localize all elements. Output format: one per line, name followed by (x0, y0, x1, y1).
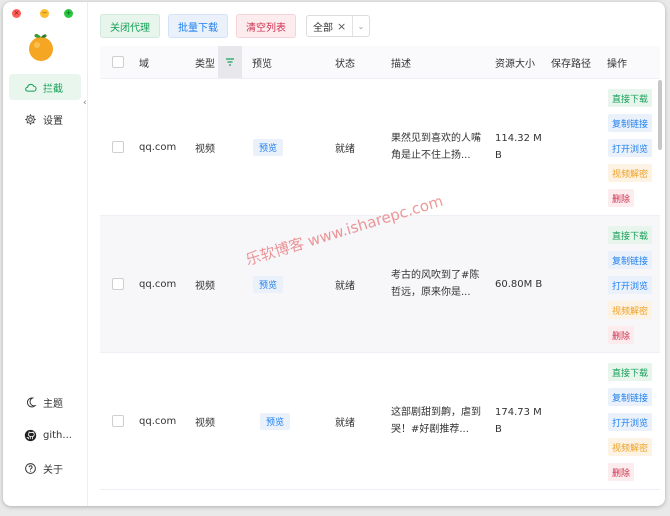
filter-icon[interactable] (218, 46, 242, 78)
orange-logo-icon (29, 33, 53, 61)
sidebar-item-label: 拦截 (43, 83, 63, 95)
row-domain: qq.com (139, 278, 177, 290)
direct-download-button[interactable]: 直接下载 (608, 89, 653, 107)
row-actions: 直接下载 复制链接 打开浏览 视频解密 删除 (608, 363, 660, 481)
sidebar-item-about[interactable]: 关于 (9, 455, 81, 481)
row-description-cell: 果然见到喜欢的人嘴角是止不住上扬... (391, 79, 481, 215)
column-description: 描述 (391, 58, 411, 70)
row-preview-cell: 预览 (253, 79, 284, 215)
column-status: 状态 (335, 58, 355, 70)
close-proxy-button[interactable]: 关闭代理 (100, 14, 160, 38)
sidebar-item-label: gith... (43, 429, 72, 441)
row-preview-cell: 预览 (253, 216, 284, 352)
row-size-cell: 60.80M B (495, 216, 543, 352)
table-scrollbar[interactable] (658, 80, 662, 150)
chevron-down-icon[interactable]: ⌄ (352, 16, 369, 36)
open-browser-button[interactable]: 打开浏览 (608, 413, 653, 431)
row-type: 视频 (195, 280, 215, 292)
sidebar-item-intercept[interactable]: 拦截 (9, 74, 81, 100)
help-circle-icon (25, 462, 36, 474)
column-actions: 操作 (607, 58, 627, 70)
row-status: 就绪 (335, 417, 355, 429)
toolbar: 关闭代理 批量下载 清空列表 全部 × ⌄ (100, 14, 370, 38)
row-checkbox[interactable] (112, 216, 124, 352)
preview-button[interactable]: 预览 (253, 275, 284, 293)
filter-tag: 全部 × (313, 19, 346, 34)
video-decrypt-button[interactable]: 视频解密 (608, 164, 653, 182)
delete-button[interactable]: 删除 (608, 326, 635, 344)
clear-list-button[interactable]: 清空列表 (236, 14, 296, 38)
row-actions: 直接下载 复制链接 打开浏览 视频解密 删除 (608, 226, 660, 344)
row-description-cell: 考古的风吹到了#陈哲远，原来你是... (391, 216, 481, 352)
table-row: qq.com 视频 预览 就绪 这部剧甜到齁，虐到哭！#好剧推荐... 174.… (100, 353, 660, 490)
row-type: 视频 (195, 143, 215, 155)
table-row: qq.com 视频 预览 就绪 果然见到喜欢的人嘴角是止不住上扬... 114.… (100, 79, 660, 216)
row-preview-cell: 预览 (260, 353, 291, 489)
sidebar-item-theme[interactable]: 主题 (9, 389, 81, 415)
sidebar-item-github[interactable]: gith... (9, 422, 81, 448)
open-browser-button[interactable]: 打开浏览 (608, 139, 653, 157)
sidebar-item-settings[interactable]: 设置 (9, 106, 81, 132)
open-browser-button[interactable]: 打开浏览 (608, 276, 653, 294)
row-description: 果然见到喜欢的人嘴角是止不住上扬... (391, 133, 481, 161)
preview-button[interactable]: 预览 (260, 412, 291, 430)
row-type: 视频 (195, 417, 215, 429)
direct-download-button[interactable]: 直接下载 (608, 226, 653, 244)
select-all-checkbox[interactable] (112, 46, 124, 78)
gear-icon (25, 113, 36, 125)
cloud-icon (25, 83, 37, 92)
row-actions: 直接下载 复制链接 打开浏览 视频解密 删除 (608, 89, 660, 207)
main-panel: 关闭代理 批量下载 清空列表 全部 × ⌄ 域 类型 预览 状态 描述 资源大小… (100, 2, 665, 506)
delete-button[interactable]: 删除 (608, 463, 635, 481)
preview-button[interactable]: 预览 (253, 138, 284, 156)
row-description: 这部剧甜到齁，虐到哭！#好剧推荐... (391, 407, 481, 435)
row-checkbox[interactable] (112, 79, 124, 215)
video-decrypt-button[interactable]: 视频解密 (608, 301, 653, 319)
sidebar-item-label: 关于 (43, 464, 63, 476)
resource-table: 域 类型 预览 状态 描述 资源大小 保存路径 操作 qq.com 视频 预览 … (100, 46, 660, 506)
row-checkbox[interactable] (112, 353, 124, 489)
row-size-cell: 174.73 MB (495, 353, 543, 489)
github-icon (24, 429, 37, 441)
row-size: 174.73 MB (495, 407, 542, 435)
row-domain: qq.com (139, 141, 177, 153)
filter-tag-label: 全部 (313, 22, 333, 34)
row-status: 就绪 (335, 280, 355, 292)
moon-icon (27, 397, 37, 407)
copy-link-button[interactable]: 复制链接 (608, 251, 653, 269)
direct-download-button[interactable]: 直接下载 (608, 363, 653, 381)
column-save-path: 保存路径 (551, 58, 591, 70)
column-type: 类型 (195, 58, 215, 70)
column-size: 资源大小 (495, 58, 535, 70)
sidebar-item-label: 主题 (43, 398, 63, 410)
sidebar-item-label: 设置 (43, 115, 63, 127)
batch-download-button[interactable]: 批量下载 (168, 14, 228, 38)
app-window: × − + 拦截 设置 ‹ 主题 gith... 关于 关闭代理 批量下载 清空… (3, 2, 665, 506)
row-size-cell: 114.32 MB (495, 79, 543, 215)
row-size: 60.80M B (495, 278, 543, 290)
copy-link-button[interactable]: 复制链接 (608, 114, 653, 132)
row-status: 就绪 (335, 143, 355, 155)
table-row: qq.com 视频 预览 就绪 考古的风吹到了#陈哲远，原来你是... 60.8… (100, 216, 660, 353)
sidebar: 拦截 设置 ‹ 主题 gith... 关于 (3, 2, 88, 506)
copy-link-button[interactable]: 复制链接 (608, 388, 653, 406)
video-decrypt-button[interactable]: 视频解密 (608, 438, 653, 456)
row-size: 114.32 MB (495, 133, 542, 161)
sidebar-collapse-button[interactable]: ‹ (83, 98, 87, 108)
row-description: 考古的风吹到了#陈哲远，原来你是... (391, 270, 480, 298)
close-icon[interactable]: × (337, 20, 346, 33)
row-description-cell: 这部剧甜到齁，虐到哭！#好剧推荐... (391, 353, 481, 489)
type-filter-select[interactable]: 全部 × ⌄ (306, 15, 370, 37)
column-domain: 域 (139, 58, 149, 70)
row-domain: qq.com (139, 415, 177, 427)
table-header: 域 类型 预览 状态 描述 资源大小 保存路径 操作 (100, 46, 660, 79)
column-preview: 预览 (252, 58, 272, 70)
delete-button[interactable]: 删除 (608, 189, 635, 207)
